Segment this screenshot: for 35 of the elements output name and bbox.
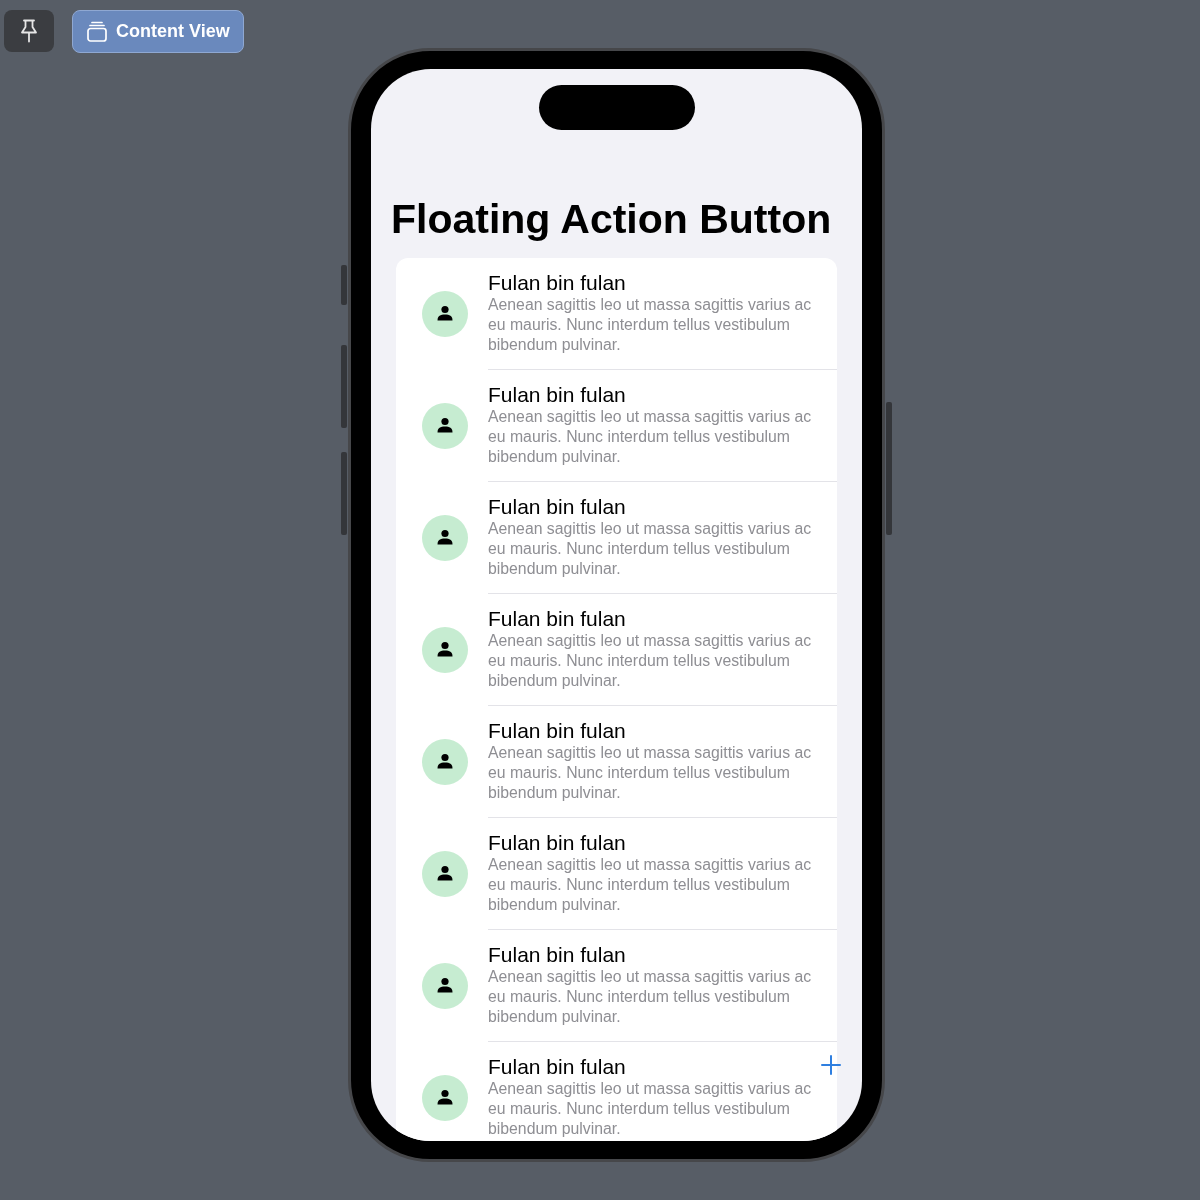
add-button[interactable] [821,1055,841,1075]
contact-description: Aenean sagittis leo ut massa sagittis varius ac eu mauris. Nunc interdum tellus vestibulum bibendum pulvinar. [488,407,813,467]
page-title: Floating Action Button [391,195,832,243]
pin-icon [20,19,38,43]
contact-name: Fulan bin fulan [488,607,626,631]
contact-name: Fulan bin fulan [488,719,626,743]
contact-name: Fulan bin fulan [488,383,626,407]
side-button[interactable] [341,265,347,305]
contact-description: Aenean sagittis leo ut massa sagittis varius ac eu mauris. Nunc interdum tellus vestibulum bibendum pulvinar. [488,967,813,1027]
plus-icon [821,1055,841,1075]
avatar-icon [422,403,468,449]
avatar-icon [422,851,468,897]
avatar-icon [422,739,468,785]
contact-name: Fulan bin fulan [488,1055,626,1079]
contact-description: Aenean sagittis leo ut massa sagittis varius ac eu mauris. Nunc interdum tellus vestibulum bibendum pulvinar. [488,631,813,691]
contact-description: Aenean sagittis leo ut massa sagittis varius ac eu mauris. Nunc interdum tellus vestibulum bibendum pulvinar. [488,855,813,915]
contact-name: Fulan bin fulan [488,495,626,519]
contact-description: Aenean sagittis leo ut massa sagittis varius ac eu mauris. Nunc interdum tellus vestibulum bibendum pulvinar. [488,295,813,355]
contact-name: Fulan bin fulan [488,271,626,295]
side-button[interactable] [341,452,347,535]
contact-name: Fulan bin fulan [488,943,626,967]
pin-button[interactable] [4,10,54,52]
stack-icon [87,21,107,42]
side-button[interactable] [341,345,347,428]
contact-description: Aenean sagittis leo ut massa sagittis varius ac eu mauris. Nunc interdum tellus vestibulum bibendum pulvinar. [488,1079,813,1139]
contact-description: Aenean sagittis leo ut massa sagittis varius ac eu mauris. Nunc interdum tellus vestibulum bibendum pulvinar. [488,519,813,579]
contact-name: Fulan bin fulan [488,831,626,855]
avatar-icon [422,627,468,673]
preview-tab[interactable]: Content View [72,10,244,53]
contact-description: Aenean sagittis leo ut massa sagittis varius ac eu mauris. Nunc interdum tellus vestibulum bibendum pulvinar. [488,743,813,803]
avatar-icon [422,963,468,1009]
avatar-icon [422,1074,468,1121]
avatar-icon [422,515,468,561]
side-button[interactable] [886,402,892,535]
avatar-icon [422,291,468,337]
